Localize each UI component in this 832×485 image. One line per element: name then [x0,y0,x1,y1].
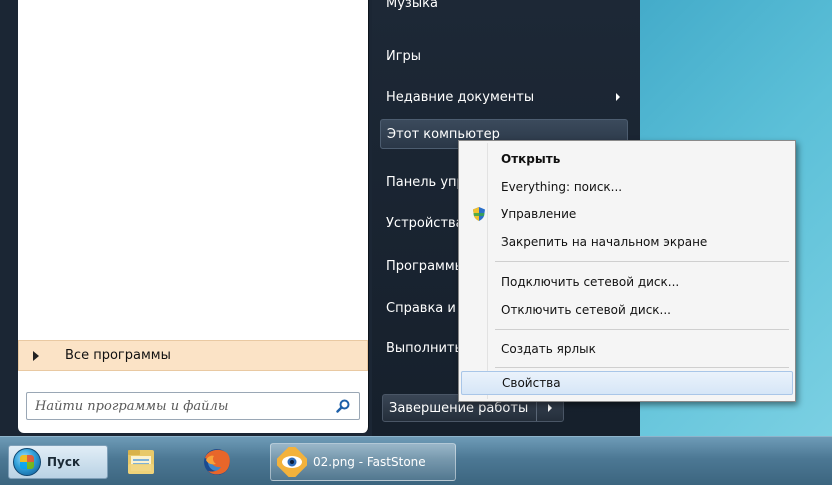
context-item-create-shortcut[interactable]: Создать ярлык [461,337,793,361]
context-separator [495,367,789,368]
taskbar-window-title: 02.png - FastStone [313,455,426,469]
all-programs-button[interactable]: Все программы [18,340,368,371]
menu-item-games[interactable]: Игры [380,41,628,71]
taskbar-firefox-button[interactable] [200,443,234,481]
taskbar-explorer-button[interactable] [124,443,158,481]
context-item-label: Открыть [501,152,561,166]
search-icon[interactable] [331,394,355,418]
all-programs-label: Все программы [65,348,171,363]
context-item-label: Свойства [502,376,561,390]
context-item-disconnect-drive[interactable]: Отключить сетевой диск... [461,298,793,322]
menu-item-label: Недавние документы [386,89,535,105]
start-menu-programs-pane: Все программы [18,0,369,433]
folder-icon [128,450,154,474]
menu-item-label: Игры [386,48,422,64]
arrow-right-icon [33,350,39,361]
windows-orb-icon [13,448,41,476]
taskbar: Пуск 02.png - FastStone [0,436,832,485]
context-item-pin-start[interactable]: Закрепить на начальном экране [461,230,793,254]
start-search-box[interactable] [26,392,360,420]
menu-item-recent-documents[interactable]: Недавние документы [380,82,628,112]
start-button[interactable]: Пуск [8,445,108,479]
faststone-eye-icon [277,447,307,477]
context-item-everything-search[interactable]: Everything: поиск... [461,175,793,199]
context-item-label: Подключить сетевой диск... [501,275,680,289]
menu-item-label: Музыка [386,0,438,11]
start-search-input[interactable] [33,393,331,419]
context-item-label: Создать ярлык [501,342,596,356]
submenu-arrow-icon [616,93,620,101]
taskbar-faststone-button[interactable]: 02.png - FastStone [270,443,456,481]
context-item-map-drive[interactable]: Подключить сетевой диск... [461,270,793,294]
uac-shield-icon [473,207,485,221]
context-item-label: Управление [501,207,577,221]
context-item-label: Закрепить на начальном экране [501,235,708,249]
context-separator [495,329,789,330]
context-item-manage[interactable]: Управление [461,202,793,226]
context-item-label: Отключить сетевой диск... [501,303,671,317]
context-item-properties[interactable]: Свойства [461,371,793,395]
context-item-open[interactable]: Открыть [461,147,793,171]
context-separator [495,261,789,262]
context-menu: Открыть Everything: поиск... Управление … [458,140,796,402]
context-item-label: Everything: поиск... [501,180,623,194]
menu-item-music[interactable]: Музыка [380,0,628,18]
start-label: Пуск [47,455,81,469]
chevron-right-icon [548,404,553,412]
firefox-icon [204,449,230,475]
